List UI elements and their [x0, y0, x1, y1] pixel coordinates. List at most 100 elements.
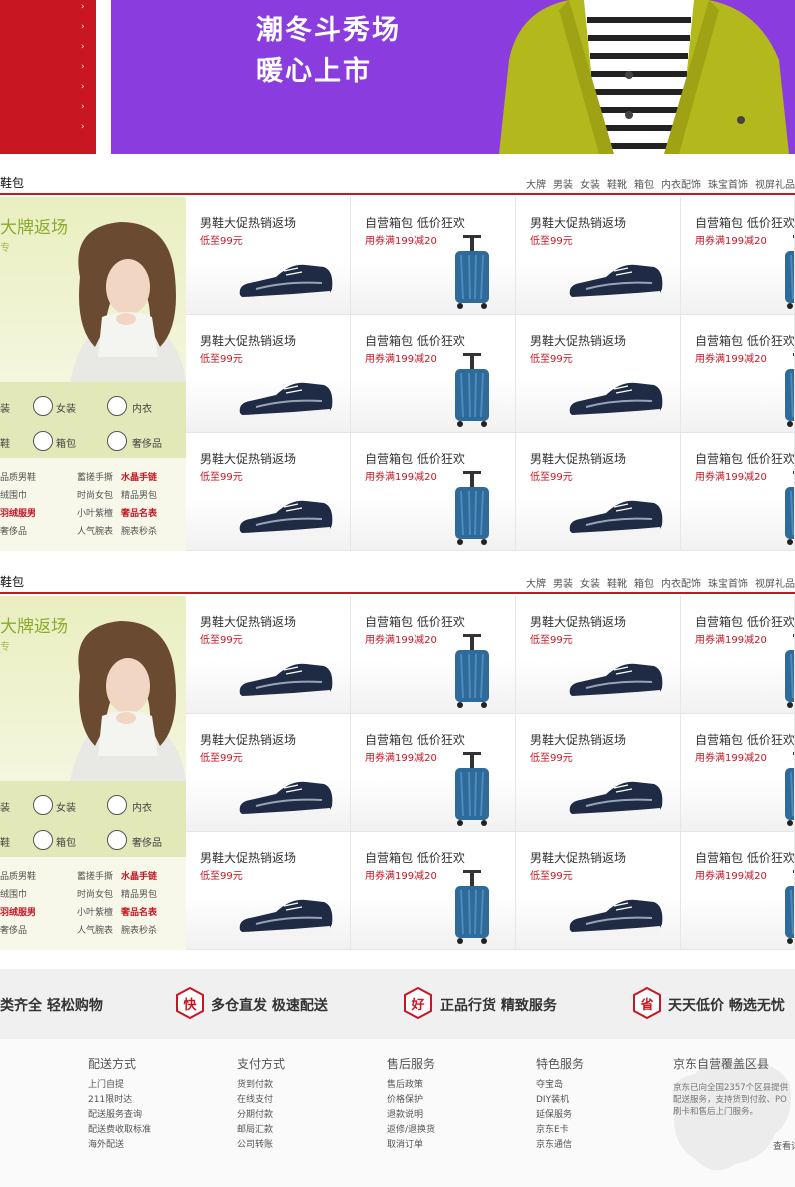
floor-tab[interactable]: 大牌: [526, 575, 546, 590]
product-card-bag[interactable]: 自营箱包 低价狂欢 用券满199减20: [681, 197, 795, 315]
category-label[interactable]: 箱包: [56, 834, 76, 849]
promo-link[interactable]: 人气腕表: [77, 923, 113, 936]
category-label[interactable]: 鞋: [0, 834, 10, 849]
promo-link[interactable]: 羽绒服男: [0, 905, 36, 918]
coverage-more-link[interactable]: 查看详: [773, 1139, 795, 1152]
product-card-shoe[interactable]: 男鞋大促热销返场 低至99元: [186, 714, 351, 832]
category-label[interactable]: 内衣: [132, 799, 152, 814]
promo-visual[interactable]: 大牌返场 专: [0, 596, 186, 781]
footer-link[interactable]: 货到付款: [237, 1078, 285, 1093]
product-card-shoe[interactable]: 男鞋大促热销返场 低至99元: [516, 315, 681, 433]
product-card-bag[interactable]: 自营箱包 低价狂欢 用券满199减20: [681, 433, 795, 551]
floor-tab[interactable]: 大牌: [526, 176, 546, 191]
floor-tab[interactable]: 女装: [580, 575, 600, 590]
product-card-shoe[interactable]: 男鞋大促热销返场 低至99元: [186, 596, 351, 714]
category-label[interactable]: 女装: [56, 400, 76, 415]
floor-tab[interactable]: 鞋靴: [607, 176, 627, 191]
product-card-shoe[interactable]: 男鞋大促热销返场 低至99元: [516, 433, 681, 551]
promo-link[interactable]: 品质男鞋: [0, 470, 36, 483]
promo-link[interactable]: 精品男包: [121, 488, 157, 501]
footer-link[interactable]: 上门自提: [88, 1078, 151, 1093]
floor-tab[interactable]: 男装: [553, 575, 573, 590]
floor-tab[interactable]: 女装: [580, 176, 600, 191]
promo-link[interactable]: 羽绒服男: [0, 506, 36, 519]
product-card-bag[interactable]: 自营箱包 低价狂欢 用券满199减20: [351, 714, 516, 832]
floor-tab[interactable]: 珠宝首饰: [708, 575, 748, 590]
product-card-shoe[interactable]: 男鞋大促热销返场 低至99元: [186, 433, 351, 551]
promo-link[interactable]: 奢侈品: [0, 923, 27, 936]
floor-tab[interactable]: 箱包: [634, 176, 654, 191]
category-label[interactable]: 奢侈品: [132, 435, 162, 450]
promo-visual[interactable]: 大牌返场 专: [0, 197, 186, 382]
footer-link[interactable]: 售后政策: [387, 1078, 435, 1093]
category-label[interactable]: 女装: [56, 799, 76, 814]
promo-link[interactable]: 腕表秒杀: [121, 524, 157, 537]
floor-tab[interactable]: 视屏礼品: [755, 575, 795, 590]
product-card-shoe[interactable]: 男鞋大促热销返场 低至99元: [516, 197, 681, 315]
floor-tab[interactable]: 箱包: [634, 575, 654, 590]
category-label[interactable]: 内衣: [132, 400, 152, 415]
product-card-shoe[interactable]: 男鞋大促热销返场 低至99元: [186, 832, 351, 950]
footer-link[interactable]: 夺宝岛: [536, 1078, 584, 1093]
product-card-bag[interactable]: 自营箱包 低价狂欢 用券满199减20: [351, 315, 516, 433]
floor-tab[interactable]: 内衣配饰: [661, 176, 701, 191]
category-label[interactable]: 奢侈品: [132, 834, 162, 849]
product-card-shoe[interactable]: 男鞋大促热销返场 低至99元: [516, 596, 681, 714]
product-card-bag[interactable]: 自营箱包 低价狂欢 用券满199减20: [351, 832, 516, 950]
footer-link[interactable]: 海外配送: [88, 1138, 151, 1153]
footer-link[interactable]: 延保服务: [536, 1108, 584, 1123]
footer-link[interactable]: 配送服务查询: [88, 1108, 151, 1123]
chevron-right-icon[interactable]: ›: [81, 22, 85, 32]
floor-tab[interactable]: 珠宝首饰: [708, 176, 748, 191]
promo-link[interactable]: 腕表秒杀: [121, 923, 157, 936]
chevron-right-icon[interactable]: ›: [81, 102, 85, 112]
category-label[interactable]: 装: [0, 400, 10, 415]
chevron-right-icon[interactable]: ›: [81, 62, 85, 72]
floor-tab[interactable]: 内衣配饰: [661, 575, 701, 590]
footer-link[interactable]: 配送费收取标准: [88, 1123, 151, 1138]
promo-link[interactable]: 水晶手链: [121, 869, 157, 882]
promo-link[interactable]: 精品男包: [121, 887, 157, 900]
promo-link[interactable]: 奢品名表: [121, 506, 157, 519]
product-card-bag[interactable]: 自营箱包 低价狂欢 用券满199减20: [681, 596, 795, 714]
footer-link[interactable]: 价格保护: [387, 1093, 435, 1108]
product-card-bag[interactable]: 自营箱包 低价狂欢 用券满199减20: [681, 714, 795, 832]
promo-link[interactable]: 品质男鞋: [0, 869, 36, 882]
footer-link[interactable]: 邮局汇款: [237, 1123, 285, 1138]
promo-link[interactable]: 绒围巾: [0, 488, 27, 501]
footer-link[interactable]: 取消订单: [387, 1138, 435, 1153]
promo-link[interactable]: 小叶紫檀: [77, 905, 113, 918]
footer-link[interactable]: 分期付款: [237, 1108, 285, 1123]
floor-tab[interactable]: 鞋靴: [607, 575, 627, 590]
product-card-bag[interactable]: 自营箱包 低价狂欢 用券满199减20: [681, 315, 795, 433]
product-card-shoe[interactable]: 男鞋大促热销返场 低至99元: [186, 315, 351, 433]
product-card-bag[interactable]: 自营箱包 低价狂欢 用券满199减20: [351, 433, 516, 551]
category-label[interactable]: 装: [0, 799, 10, 814]
floor-tab[interactable]: 视屏礼品: [755, 176, 795, 191]
footer-link[interactable]: 京东通信: [536, 1138, 584, 1153]
chevron-right-icon[interactable]: ›: [81, 2, 85, 12]
chevron-right-icon[interactable]: ›: [81, 82, 85, 92]
promo-link[interactable]: 绒围巾: [0, 887, 27, 900]
promo-link[interactable]: 蓄搓手撕: [77, 470, 113, 483]
promo-link[interactable]: 时尚女包: [77, 488, 113, 501]
footer-link[interactable]: 退款说明: [387, 1108, 435, 1123]
promo-link[interactable]: 人气腕表: [77, 524, 113, 537]
promo-link[interactable]: 时尚女包: [77, 887, 113, 900]
floor-tab[interactable]: 男装: [553, 176, 573, 191]
promo-banner[interactable]: 潮冬斗秀场 暖心上市: [111, 0, 795, 154]
product-card-shoe[interactable]: 男鞋大促热销返场 低至99元: [516, 714, 681, 832]
footer-link[interactable]: 公司转账: [237, 1138, 285, 1153]
chevron-right-icon[interactable]: ›: [81, 42, 85, 52]
category-menu[interactable]: › › › › › › ›: [0, 0, 96, 154]
footer-link[interactable]: 211限时达: [88, 1093, 151, 1108]
footer-link[interactable]: 返修/退换货: [387, 1123, 435, 1138]
promo-link[interactable]: 奢侈品: [0, 524, 27, 537]
product-card-shoe[interactable]: 男鞋大促热销返场 低至99元: [186, 197, 351, 315]
category-label[interactable]: 鞋: [0, 435, 10, 450]
footer-link[interactable]: 在线支付: [237, 1093, 285, 1108]
promo-link[interactable]: 小叶紫檀: [77, 506, 113, 519]
product-card-bag[interactable]: 自营箱包 低价狂欢 用券满199减20: [681, 832, 795, 950]
footer-link[interactable]: DIY装机: [536, 1093, 584, 1108]
chevron-right-icon[interactable]: ›: [81, 122, 85, 132]
